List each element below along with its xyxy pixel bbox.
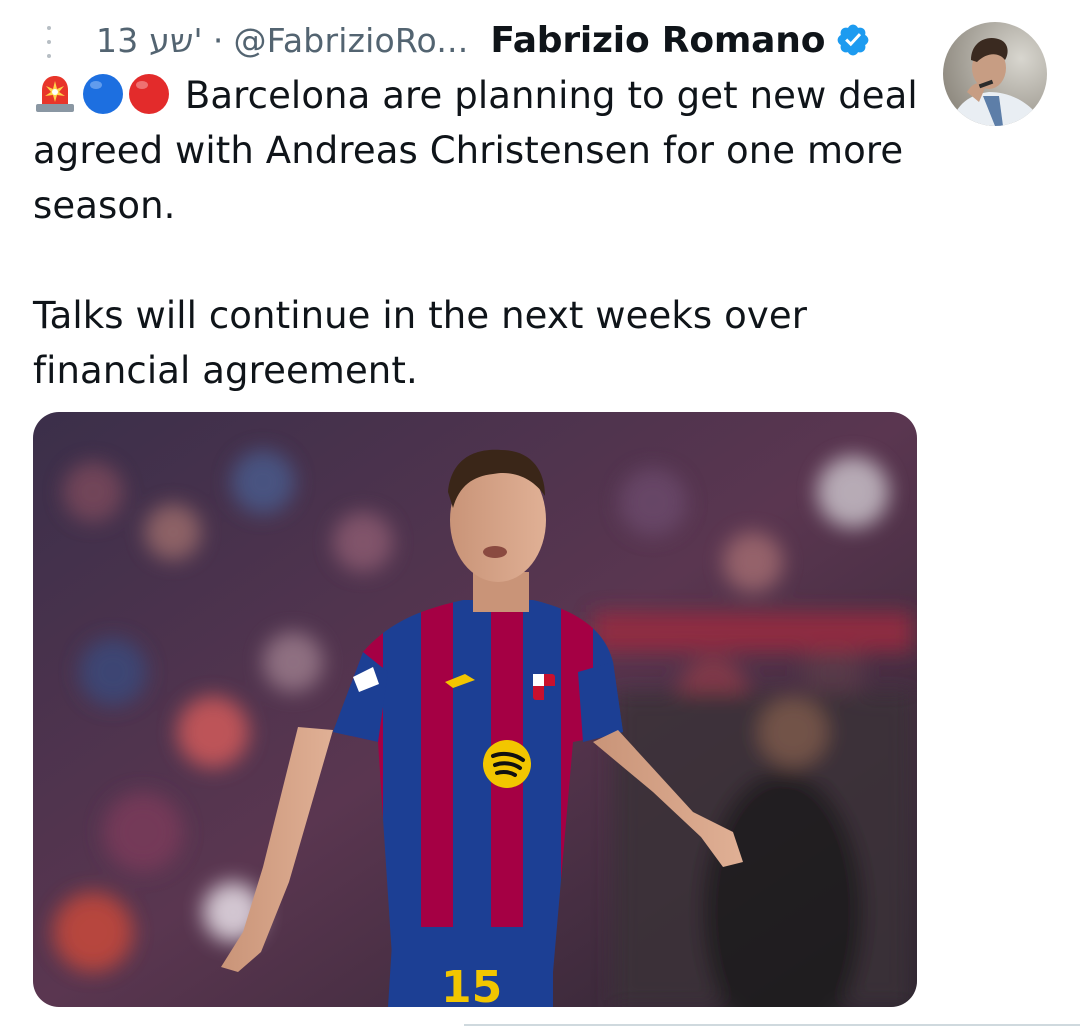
- author-handle[interactable]: @FabrizioRo...: [234, 21, 469, 60]
- player-photo-icon: 15: [33, 412, 917, 1007]
- siren-emoji: [36, 76, 74, 112]
- tweet-paragraph-1: Barcelona are planning to get new deal a…: [33, 68, 923, 233]
- more-dot-icon: [47, 40, 51, 44]
- tweet-media-photo[interactable]: 15: [33, 412, 917, 1007]
- verified-badge-icon: [837, 24, 869, 56]
- avatar-photo-icon: [943, 22, 1047, 126]
- tweet-text: Barcelona are planning to get new deal a…: [33, 68, 923, 398]
- tweet-timestamp[interactable]: 13 שע': [96, 21, 203, 60]
- more-options-button[interactable]: [38, 22, 60, 62]
- author-avatar[interactable]: [943, 22, 1047, 126]
- red-circle-emoji: [129, 74, 169, 114]
- meta-separator: ·: [212, 20, 224, 60]
- tweet-paragraph-2: Talks will continue in the next weeks ov…: [33, 294, 808, 392]
- more-dot-icon: [47, 54, 51, 58]
- tweet-header: 13 שע' · @FabrizioRo... Fabrizio Romano: [96, 16, 916, 64]
- more-dot-icon: [47, 26, 51, 30]
- blue-circle-emoji: [83, 74, 123, 114]
- shirt-number: 15: [441, 962, 502, 1007]
- tweet-meta: 13 שע' · @FabrizioRo...: [96, 21, 468, 60]
- author-name[interactable]: Fabrizio Romano: [490, 20, 825, 61]
